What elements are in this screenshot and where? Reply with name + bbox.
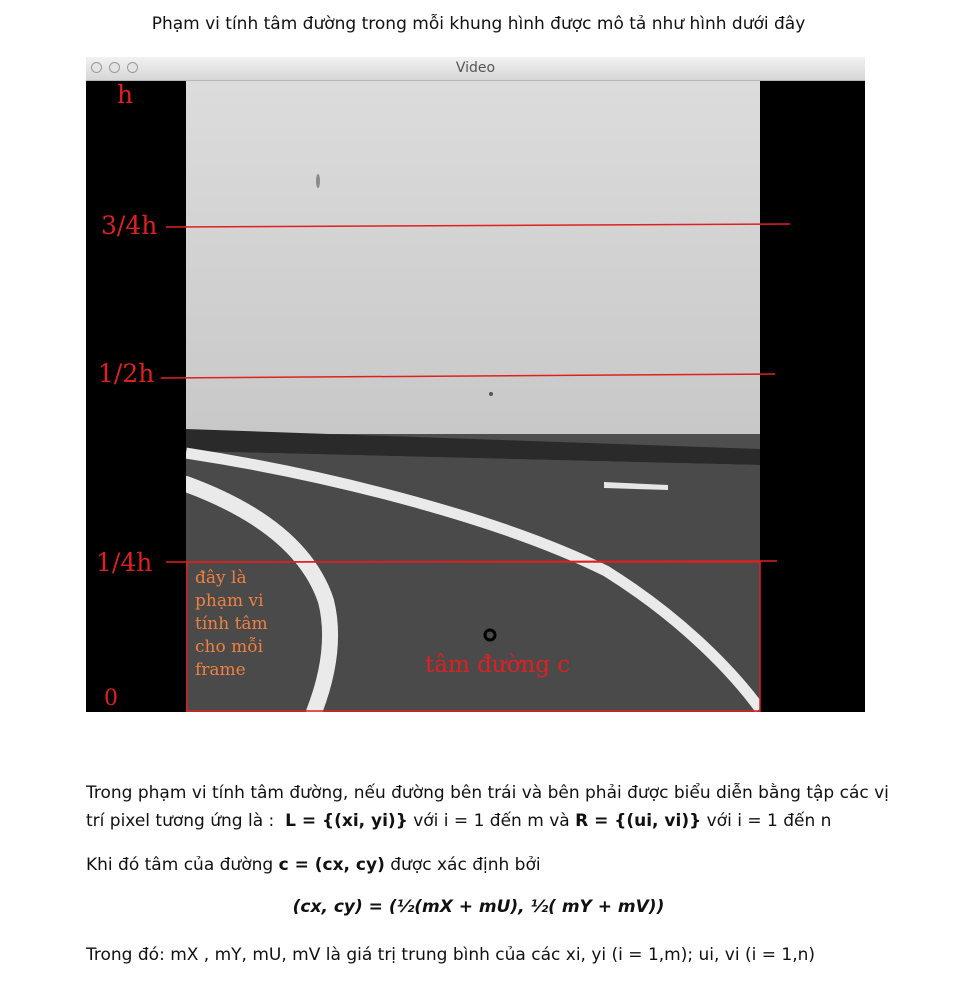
roi-note-line: đây là [195,568,247,588]
center-label: tâm đường c [425,652,571,678]
page-heading: Phạm vi tính tâm đường trong mỗi khung h… [151,14,806,34]
text-fragment: Khi đó tâm của đường [86,855,274,875]
roi-note-line: frame [195,660,246,680]
text-fragment: trí pixel tương ứng là : [86,811,275,831]
center-point-marker [483,628,497,642]
label-quarter-h: 1/4h [96,548,153,577]
roi-note: đây là phạm vi tính tâm cho mỗi frame [195,567,268,682]
text-fragment: được xác định bởi [390,855,541,875]
right-set-definition: R = {(ui, vi)} [575,811,702,831]
paragraph-line: Trong phạm vi tính tâm đường, nếu đường … [86,783,889,803]
three-quarter-h-line [165,223,791,228]
half-h-line [160,373,776,379]
paragraph-center: Khi đó tâm của đường c = (cx, cy) được x… [86,851,541,879]
label-three-quarter-h: 3/4h [101,211,158,240]
center-formula: (cx, cy) = (½(mX + mU), ½( mY + mV)) [292,897,665,917]
text-fragment: với i = 1 đến n [706,811,832,831]
roi-note-line: tính tâm [195,614,268,634]
paragraph-definition: Trong phạm vi tính tâm đường, nếu đường … [86,779,889,835]
roi-box [186,561,761,712]
label-h: h [117,80,134,109]
paragraph-where: Trong đó: mX , mY, mU, mV là giá trị tru… [86,945,816,965]
paragraph-line: trí pixel tương ứng là : L = {(xi, yi)} … [86,807,889,835]
left-set-definition: L = {(xi, yi)} [285,811,408,831]
roi-note-line: cho mỗi [195,637,264,657]
center-definition: c = (cx, cy) [278,855,385,875]
text-fragment: với i = 1 đến m và [413,811,570,831]
label-zero: 0 [104,686,118,711]
roi-note-line: phạm vi [195,591,264,611]
label-half-h: 1/2h [98,359,155,388]
